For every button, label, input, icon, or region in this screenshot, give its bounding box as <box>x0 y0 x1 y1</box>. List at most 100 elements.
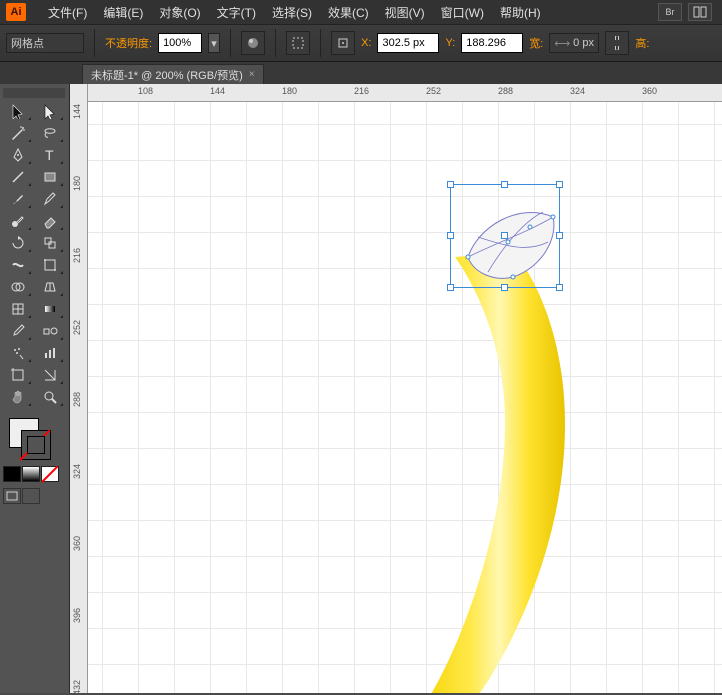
perspective-tool-icon <box>42 279 58 295</box>
close-tab-button[interactable]: × <box>249 69 255 80</box>
y-field[interactable]: 188.296 <box>461 33 523 53</box>
ruler-tick: 108 <box>138 86 153 96</box>
toolbox-grip[interactable] <box>3 88 65 98</box>
draw-mode-button[interactable] <box>22 488 40 504</box>
arrange-icon <box>693 6 707 18</box>
gradient-tool[interactable] <box>35 298 65 320</box>
type-tool-icon: T <box>42 147 58 163</box>
gradient-tool-icon <box>42 301 58 317</box>
menu-select[interactable]: 选择(S) <box>264 4 320 21</box>
bbox-handle-tl[interactable] <box>447 181 454 188</box>
shape-builder-tool[interactable] <box>3 276 33 298</box>
ruler-horizontal: 108144180216252288324360 <box>88 84 722 102</box>
bbox-handle-ml[interactable] <box>447 232 454 239</box>
w-field[interactable]: ⟷ 0 px <box>549 33 599 53</box>
h-label: 高: <box>635 35 649 51</box>
blob-brush-tool[interactable] <box>3 210 33 232</box>
hand-tool[interactable] <box>3 386 33 408</box>
free-transform-tool[interactable] <box>35 254 65 276</box>
pen-tool-icon <box>10 147 26 163</box>
rectangle-tool[interactable] <box>35 166 65 188</box>
bbox-handle-br[interactable] <box>556 284 563 291</box>
selection-bounding-box[interactable] <box>450 184 560 288</box>
link-wh-button[interactable] <box>605 31 629 55</box>
screen-icon <box>6 491 18 501</box>
color-mode-button[interactable] <box>3 466 21 482</box>
menu-view[interactable]: 视图(V) <box>377 4 433 21</box>
transform-anchor[interactable] <box>331 31 355 55</box>
arrange-button[interactable] <box>688 3 712 21</box>
pencil-tool[interactable] <box>35 188 65 210</box>
document-tab[interactable]: 未标题-1* @ 200% (RGB/预览) × <box>82 64 264 84</box>
zoom-tool-icon <box>42 389 58 405</box>
screen-mode-button[interactable] <box>3 488 21 504</box>
bbox-handle-bm[interactable] <box>501 284 508 291</box>
align-icon <box>291 36 305 50</box>
ruler-tick: 216 <box>72 248 82 263</box>
lasso-tool-icon <box>42 125 58 141</box>
ruler-vertical: 144180216252288324360396432 <box>70 84 88 693</box>
opacity-dropdown[interactable]: ▾ <box>208 33 220 53</box>
workspace: T 144180216252288324360396432 1081441802… <box>0 84 722 693</box>
selection-tool-icon <box>10 103 26 119</box>
rotate-tool[interactable] <box>3 232 33 254</box>
pen-tool[interactable] <box>3 144 33 166</box>
align-button[interactable] <box>286 31 310 55</box>
menu-file[interactable]: 文件(F) <box>40 4 95 21</box>
line-tool[interactable] <box>3 166 33 188</box>
slice-tool[interactable] <box>35 364 65 386</box>
menu-object[interactable]: 对象(O) <box>151 4 208 21</box>
ruler-tick: 180 <box>282 86 297 96</box>
rectangle-tool-icon <box>42 169 58 185</box>
shape-builder-tool-icon <box>10 279 26 295</box>
gradient-mode-button[interactable] <box>22 466 40 482</box>
mode-display[interactable]: 网格点 <box>6 33 84 53</box>
lasso-tool[interactable] <box>35 122 65 144</box>
perspective-tool[interactable] <box>35 276 65 298</box>
stroke-swatch[interactable] <box>21 430 51 460</box>
options-bar: 网格点 不透明度: 100% ▾ X: 302.5 px Y: 188.296 … <box>0 24 722 62</box>
bbox-handle-tm[interactable] <box>501 181 508 188</box>
canvas[interactable] <box>88 102 722 693</box>
none-mode-button[interactable] <box>41 466 59 482</box>
ruler-tick: 324 <box>570 86 585 96</box>
bbox-handle-tr[interactable] <box>556 181 563 188</box>
menu-help[interactable]: 帮助(H) <box>492 4 549 21</box>
bbox-center[interactable] <box>501 232 508 239</box>
symbol-sprayer-tool[interactable] <box>3 342 33 364</box>
graph-tool[interactable] <box>35 342 65 364</box>
ruler-tick: 252 <box>72 320 82 335</box>
pencil-tool-icon <box>42 191 58 207</box>
artboard-tool[interactable] <box>3 364 33 386</box>
menu-window[interactable]: 窗口(W) <box>433 4 492 21</box>
ruler-tick: 360 <box>642 86 657 96</box>
ruler-tick: 180 <box>72 176 82 191</box>
paintbrush-tool[interactable] <box>3 188 33 210</box>
color-swatches[interactable] <box>3 416 66 462</box>
document-tab-title: 未标题-1* @ 200% (RGB/预览) <box>91 67 243 83</box>
mesh-tool[interactable] <box>3 298 33 320</box>
sphere-icon <box>246 36 260 50</box>
bridge-button[interactable]: Br <box>658 3 682 21</box>
selection-tool[interactable] <box>3 100 33 122</box>
toolbox: T <box>0 84 70 693</box>
zoom-tool[interactable] <box>35 386 65 408</box>
type-tool[interactable]: T <box>35 144 65 166</box>
width-tool[interactable] <box>3 254 33 276</box>
eraser-tool[interactable] <box>35 210 65 232</box>
direct-selection-tool[interactable] <box>35 100 65 122</box>
magic-wand-tool[interactable] <box>3 122 33 144</box>
hand-tool-icon <box>10 389 26 405</box>
bbox-handle-mr[interactable] <box>556 232 563 239</box>
artboard-tool-icon <box>10 367 26 383</box>
x-field[interactable]: 302.5 px <box>377 33 439 53</box>
menu-type[interactable]: 文字(T) <box>209 4 264 21</box>
bbox-handle-bl[interactable] <box>447 284 454 291</box>
blend-tool[interactable] <box>35 320 65 342</box>
eyedropper-tool[interactable] <box>3 320 33 342</box>
menu-edit[interactable]: 编辑(E) <box>95 4 151 21</box>
scale-tool[interactable] <box>35 232 65 254</box>
opacity-field[interactable]: 100% <box>158 33 202 53</box>
style-button[interactable] <box>241 31 265 55</box>
menu-effect[interactable]: 效果(C) <box>320 4 377 21</box>
